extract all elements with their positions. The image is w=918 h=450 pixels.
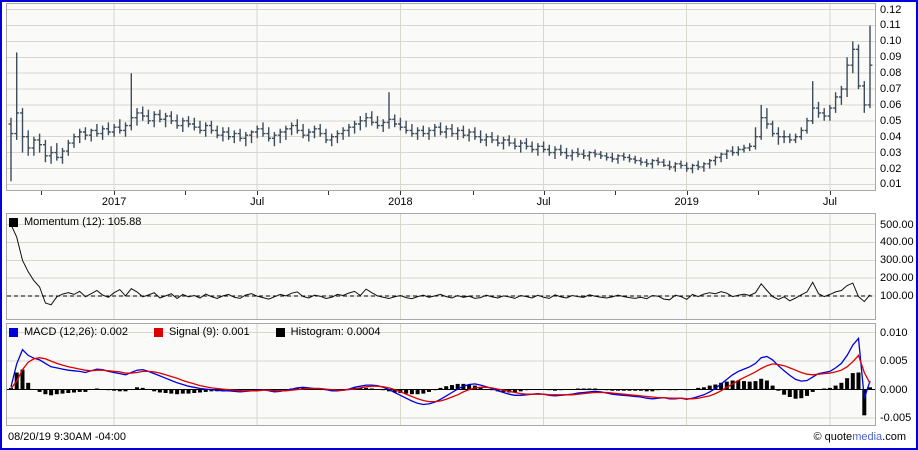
time-axis-tick — [615, 191, 617, 195]
time-axis-tick — [327, 191, 329, 195]
y-axis-label: 0.04 — [880, 131, 902, 143]
momentum-panel: Momentum (12): 105.88 500.00 400.00 300.00… — [6, 213, 916, 320]
x-axis-label: Jul — [536, 196, 551, 208]
y-axis-label: 0.01 — [880, 178, 902, 190]
signal-swatch-icon — [153, 328, 163, 337]
momentum-swatch-icon — [9, 218, 18, 227]
macd-plot: MACD (12,26): 0.002 Signal (9): 0.001 Hi… — [6, 323, 876, 426]
x-axis-label: Jul — [822, 196, 837, 208]
momentum-legend-item: Momentum (12): 105.88 — [9, 216, 141, 229]
macd-legend-item: MACD (12,26): 0.002 — [9, 326, 128, 339]
histogram-legend-label: Histogram: 0.0004 — [290, 326, 381, 338]
time-axis-tick — [472, 191, 474, 195]
y-axis-label: 0.02 — [880, 163, 902, 175]
macd-legend-label: MACD (12,26): 0.002 — [24, 326, 128, 338]
y-axis-label: 300.00 — [880, 254, 914, 266]
status-bar: 08/20/19 9:30AM -04:00 © quotemedia.com — [2, 427, 916, 447]
price-panel: 0.12 0.11 0.10 0.09 0.08 0.07 0.06 0.05 0.04 0.03… — [6, 3, 916, 191]
price-y-axis: 0.12 0.11 0.10 0.09 0.08 0.07 0.06 0.05 0.04 0.03… — [876, 3, 916, 191]
time-axis-tick — [757, 191, 759, 195]
macd-legend: MACD (12,26): 0.002 Signal (9): 0.001 Hi… — [9, 326, 407, 339]
macd-panel: MACD (12,26): 0.002 Signal (9): 0.001 Hi… — [6, 323, 916, 426]
brand-prefix: © quote — [813, 431, 853, 443]
x-axis-label: Jul — [250, 196, 265, 208]
branding: © quotemedia.com — [813, 431, 906, 443]
time-axis-tick — [543, 191, 545, 195]
x-axis-label: 2017 — [101, 196, 127, 208]
y-axis-label: 0.005 — [880, 355, 908, 367]
macd-y-axis: 0.010 0.005 0.000 -0.005 — [876, 323, 916, 426]
signal-legend-item: Signal (9): 0.001 — [153, 326, 250, 339]
y-axis-label: 0.06 — [880, 99, 902, 111]
momentum-plot: Momentum (12): 105.88 — [6, 213, 876, 320]
momentum-y-axis: 500.00 400.00 300.00 200.00 100.00 — [876, 213, 916, 320]
timestamp: 08/20/19 9:30AM -04:00 — [8, 431, 127, 443]
time-axis-tick — [829, 191, 831, 195]
y-axis-label: 0.10 — [880, 35, 902, 47]
y-axis-label: 0.11 — [880, 19, 901, 31]
price-plot — [6, 3, 876, 191]
time-axis-tick — [257, 191, 259, 195]
y-axis-label: 0.09 — [880, 51, 902, 63]
signal-legend-label: Signal (9): 0.001 — [168, 326, 250, 338]
y-axis-label: 0.03 — [880, 147, 902, 159]
y-axis-label: 0.12 — [880, 4, 902, 16]
time-axis-tick — [40, 191, 42, 195]
brand-media: media — [852, 431, 883, 443]
y-axis-label: 0.07 — [880, 83, 902, 95]
x-axis-label: 2018 — [388, 196, 413, 208]
y-axis-label: 0.08 — [880, 67, 902, 79]
y-axis-label: 500.00 — [880, 219, 914, 231]
y-axis-label: 200.00 — [880, 272, 914, 284]
time-axis-tick — [185, 191, 187, 195]
time-axis-tick — [686, 191, 688, 195]
time-axis-tick — [400, 191, 402, 195]
y-axis-label: -0.005 — [880, 412, 912, 424]
histogram-legend-item: Histogram: 0.0004 — [275, 326, 381, 339]
momentum-legend-label: Momentum (12): 105.88 — [24, 216, 142, 228]
y-axis-label: 0.000 — [880, 384, 908, 396]
x-axis-label: 2019 — [674, 196, 699, 208]
y-axis-label: 100.00 — [880, 290, 914, 302]
brand-suffix: .com — [882, 431, 906, 443]
y-axis-label: 0.010 — [880, 327, 908, 339]
histogram-swatch-icon — [275, 328, 285, 337]
macd-swatch-icon — [9, 328, 18, 337]
y-axis-label: 0.05 — [880, 115, 902, 127]
chart-window: 0.12 0.11 0.10 0.09 0.08 0.07 0.06 0.05 0.04 0.03… — [0, 0, 918, 450]
time-axis: 2017 Jul 2018 Jul 2019 Jul — [6, 191, 916, 213]
momentum-legend: Momentum (12): 105.88 — [9, 216, 167, 229]
time-axis-tick — [114, 191, 116, 195]
y-axis-label: 400.00 — [880, 236, 914, 248]
